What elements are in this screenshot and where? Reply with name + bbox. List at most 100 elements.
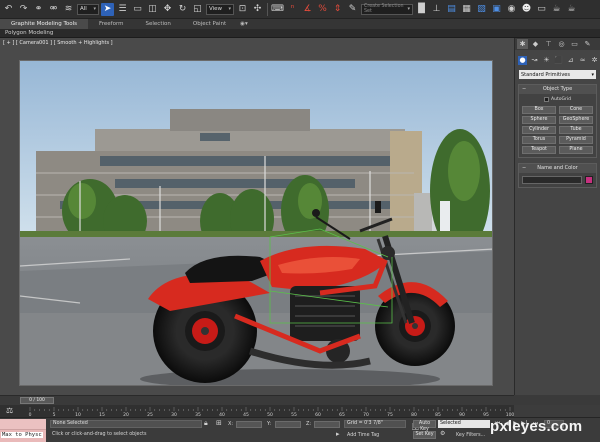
auto-key-button[interactable]: Auto Key xyxy=(413,420,436,432)
select-and-scale-icon[interactable]: ◱ xyxy=(191,3,204,16)
object-type-rollout: − Object Type AutoGrid Box Cone Sphere G… xyxy=(518,84,597,158)
active-shade-icon[interactable]: ☕ xyxy=(565,3,578,16)
rendered-frame-window-icon[interactable]: ▭ xyxy=(535,3,548,16)
autogrid-checkbox[interactable] xyxy=(544,97,550,102)
frame-ruler[interactable]: 0 5 10 15 20 25 30 35 40 45 50 55 60 65 70 75 80 85 90 95 10… xyxy=(26,407,514,416)
selection-filter-dropdown[interactable]: All ▾ xyxy=(77,3,99,15)
ribbon-options-icon[interactable]: ◉▾ xyxy=(237,19,251,29)
tab-object-paint[interactable]: Object Paint xyxy=(182,19,237,29)
x-coordinate-field[interactable] xyxy=(236,421,262,428)
space-warps-icon[interactable]: ≈ xyxy=(578,56,587,65)
mini-curve-editor-icon[interactable]: ⚖ xyxy=(6,406,13,415)
pyramid-button[interactable]: Pyramid xyxy=(559,136,593,144)
mirror-icon[interactable]: ▐▌ xyxy=(415,3,429,16)
select-and-manipulate-icon[interactable]: ✣ xyxy=(251,3,264,16)
ruler-tick-label: 35 xyxy=(195,412,201,416)
cameras-icon[interactable]: ⬛ xyxy=(554,56,563,65)
tab-graphite-modeling-tools[interactable]: Graphite Modeling Tools xyxy=(0,19,89,29)
torus-button[interactable]: Torus xyxy=(522,136,556,144)
material-editor-icon[interactable]: ◉ xyxy=(505,3,518,16)
angle-snap-icon[interactable]: ∡ xyxy=(301,3,314,16)
tube-button[interactable]: Tube xyxy=(559,126,593,134)
sphere-button[interactable]: Sphere xyxy=(522,116,556,124)
plane-button[interactable]: Plane xyxy=(559,146,593,154)
select-and-move-icon[interactable]: ✥ xyxy=(161,3,174,16)
undo-icon[interactable]: ↶ xyxy=(2,3,15,16)
maxscript-input[interactable]: Max to Physc xyxy=(1,432,43,438)
shapes-icon[interactable]: ↝ xyxy=(530,56,539,65)
camera-viewport[interactable] xyxy=(19,60,493,386)
absolute-mode-icon[interactable]: ⊞ xyxy=(216,419,222,427)
select-and-link-icon[interactable]: ⚭ xyxy=(32,3,45,16)
object-name-field[interactable] xyxy=(522,176,582,184)
key-filters-button[interactable]: Key Filters... xyxy=(456,433,485,438)
add-time-tag-button[interactable]: Add Time Tag xyxy=(347,433,379,438)
hierarchy-tab-icon[interactable]: ⊤ xyxy=(543,39,554,49)
name-and-color-rollout-header[interactable]: − Name and Color xyxy=(519,164,596,173)
geometry-icon[interactable]: ● xyxy=(518,55,527,65)
window-crossing-icon[interactable]: ◫ xyxy=(146,3,159,16)
autogrid-option[interactable]: AutoGrid xyxy=(519,97,596,102)
snaps-toggle-icon[interactable]: ⁿ xyxy=(286,3,299,16)
y-coordinate-field[interactable] xyxy=(275,421,301,428)
align-icon[interactable]: ⊥ xyxy=(430,3,443,16)
pivot-center-icon[interactable]: ⊡ xyxy=(236,3,249,16)
bind-to-space-warp-icon[interactable]: ≋ xyxy=(62,3,75,16)
percent-snap-icon[interactable]: % xyxy=(316,3,329,16)
track-bar[interactable]: ⚖ 0 5 10 15 20 25 30 35 40 45 50 55 60 65 70 75 80 85 90 95… xyxy=(0,405,514,417)
maxscript-mini-listener[interactable]: Max to Physc xyxy=(0,419,46,442)
z-coordinate-field[interactable] xyxy=(314,421,340,428)
reference-coordinate-dropdown[interactable]: View ▾ xyxy=(206,3,234,15)
tab-selection[interactable]: Selection xyxy=(135,19,182,29)
utilities-tab-icon[interactable]: ✎ xyxy=(582,39,593,49)
select-by-name-icon[interactable]: ☰ xyxy=(116,3,129,16)
redo-icon[interactable]: ↷ xyxy=(17,3,30,16)
helpers-icon[interactable]: ⊿ xyxy=(566,56,575,65)
named-selection-sets-dropdown[interactable]: Create Selection Set ▾ xyxy=(361,3,413,15)
time-slider-handle[interactable]: 0 / 100 xyxy=(20,397,54,404)
time-slider[interactable]: 0 / 100 xyxy=(0,395,514,405)
time-tag-icon[interactable]: ▸ xyxy=(336,430,340,438)
select-object-icon[interactable]: ➤ xyxy=(101,2,114,16)
ruler-tick-label: 80 xyxy=(411,412,417,416)
render-setup-icon[interactable]: ☻ xyxy=(520,3,533,16)
motion-tab-icon[interactable]: ◎ xyxy=(556,39,567,49)
layer-manager-icon[interactable]: ▤ xyxy=(445,3,458,16)
display-tab-icon[interactable]: ▭ xyxy=(569,39,580,49)
rectangular-selection-icon[interactable]: ▭ xyxy=(131,3,144,16)
object-color-swatch[interactable] xyxy=(585,176,593,184)
cone-button[interactable]: Cone xyxy=(559,106,593,114)
modify-tab-icon[interactable]: ◆ xyxy=(530,39,541,49)
curve-editor-icon[interactable]: ▧ xyxy=(475,3,488,16)
selection-lock-icon[interactable]: 🔒︎ xyxy=(204,419,208,428)
viewport-label[interactable]: [ + ] [ Camera001 ] [ Smooth + Highlight… xyxy=(3,40,113,46)
schematic-view-icon[interactable]: ▣ xyxy=(490,3,503,16)
ruler-tick-label: 30 xyxy=(171,412,177,416)
ribbon-panel-polygon-modeling[interactable]: Polygon Modeling xyxy=(0,29,600,38)
teapot-button[interactable]: Teapot xyxy=(522,146,556,154)
graphite-toggle-icon[interactable]: ▦ xyxy=(460,3,473,16)
geosphere-button[interactable]: GeoSphere xyxy=(559,116,593,124)
keyboard-shortcut-override-icon[interactable]: ⌨ xyxy=(271,3,284,16)
viewport-frame[interactable]: [ + ] [ Camera001 ] [ Smooth + Highlight… xyxy=(0,38,514,395)
create-tab-icon[interactable]: ✱ xyxy=(517,39,528,49)
spinner-snap-icon[interactable]: ⇕ xyxy=(331,3,344,16)
systems-icon[interactable]: ✲ xyxy=(590,56,599,65)
main-toolbar: ↶ ↷ ⚭ ⚮ ≋ All ▾ ➤ ☰ ▭ ◫ ✥ ↻ ◱ View ▾ ⊡ ✣ ⌨… xyxy=(0,0,600,19)
lights-icon[interactable]: ☀ xyxy=(542,56,551,65)
collapse-icon: − xyxy=(522,165,527,171)
box-button[interactable]: Box xyxy=(522,106,556,114)
select-and-rotate-icon[interactable]: ↻ xyxy=(176,3,189,16)
set-key-button[interactable]: Set Key xyxy=(413,431,436,439)
tab-freeform[interactable]: Freeform xyxy=(88,19,135,29)
render-production-icon[interactable]: ☕ xyxy=(550,3,563,16)
maxscript-output[interactable] xyxy=(0,419,46,430)
primitive-category-dropdown[interactable]: Standard Primitives ▾ xyxy=(519,70,596,79)
ruler-tick-label: 70 xyxy=(363,412,369,416)
edit-named-selection-icon[interactable]: ✎ xyxy=(346,3,359,16)
key-mode-dropdown[interactable]: Selected xyxy=(438,420,490,428)
object-type-rollout-header[interactable]: − Object Type xyxy=(519,85,596,94)
unlink-icon[interactable]: ⚮ xyxy=(47,3,60,16)
cylinder-button[interactable]: Cylinder xyxy=(522,126,556,134)
key-filters-icon[interactable]: ⚙ xyxy=(440,430,445,437)
